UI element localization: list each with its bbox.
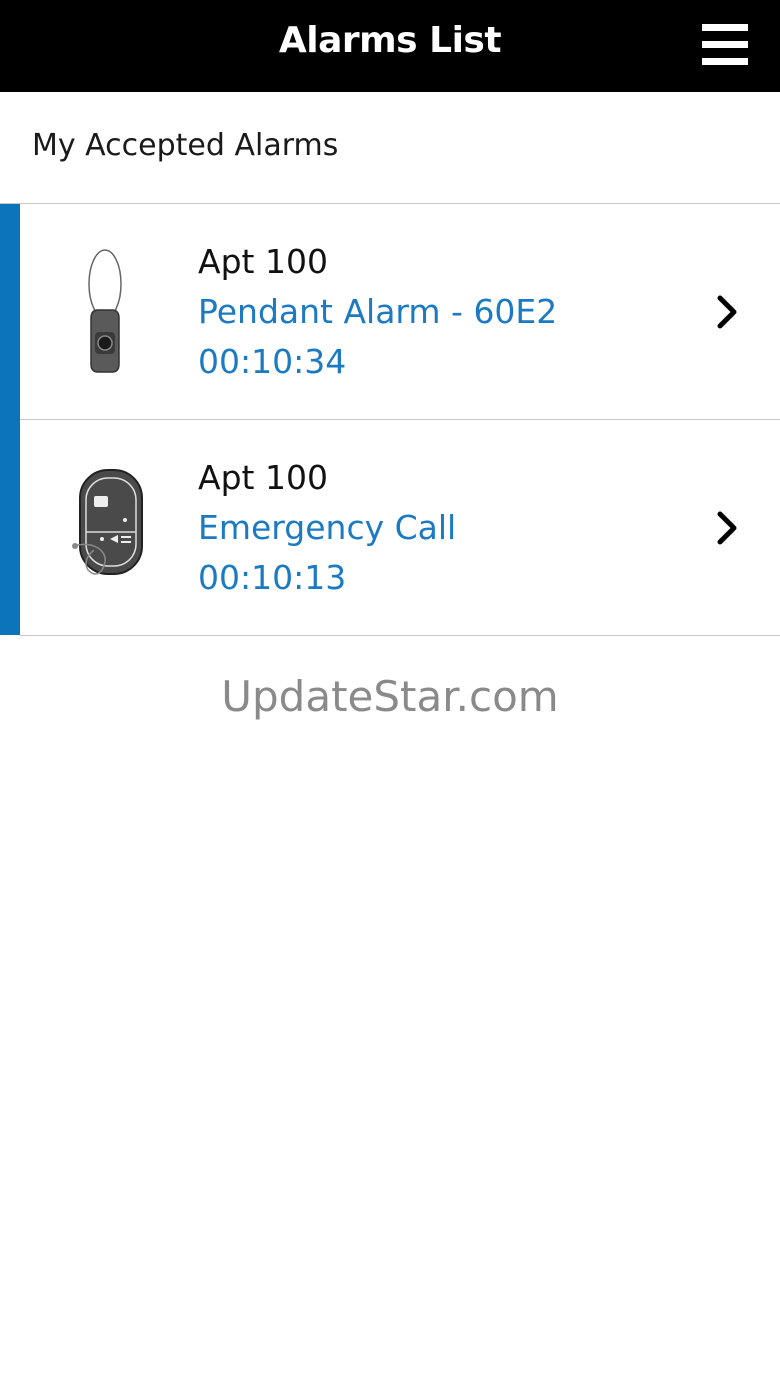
chevron-right-icon[interactable] xyxy=(708,508,748,548)
alarm-elapsed-time: 00:10:13 xyxy=(198,558,347,597)
alarm-list-item-emergency-call[interactable]: Apt 100 Emergency Call 00:10:13 xyxy=(20,420,780,636)
hamburger-menu-icon[interactable] xyxy=(702,24,748,66)
alarm-apartment: Apt 100 xyxy=(198,458,328,497)
app-header: Alarms List xyxy=(0,0,780,92)
alarm-list-item-pendant[interactable]: Apt 100 Pendant Alarm - 60E2 00:10:34 xyxy=(20,204,780,420)
page-title: Alarms List xyxy=(278,20,502,61)
accepted-alarms-accent-bar xyxy=(0,204,20,635)
emergency-call-unit-icon xyxy=(72,469,143,575)
pendant-device-icon xyxy=(88,249,122,373)
section-title: My Accepted Alarms xyxy=(32,128,339,163)
alarm-type: Emergency Call xyxy=(198,508,457,547)
chevron-right-icon[interactable] xyxy=(708,292,748,332)
watermark-text: UpdateStar.com xyxy=(221,672,559,721)
alarm-elapsed-time: 00:10:34 xyxy=(198,342,347,381)
alarm-apartment: Apt 100 xyxy=(198,242,328,281)
alarm-type: Pendant Alarm - 60E2 xyxy=(198,292,558,331)
